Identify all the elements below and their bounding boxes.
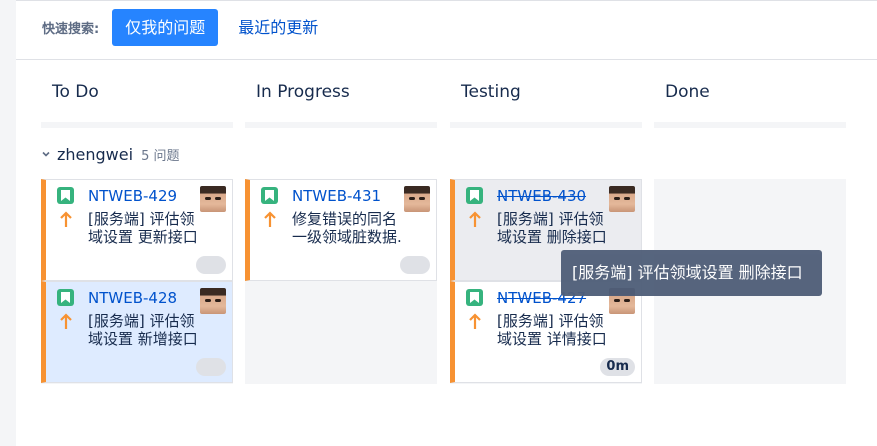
left-gutter [0, 0, 16, 446]
avatar [200, 288, 226, 314]
issue-summary: [服务端] 评估领域设置 详情接口 [497, 312, 607, 348]
issue-key-link[interactable]: NTWEB-429 [88, 187, 177, 205]
arrow-up-icon [469, 313, 481, 329]
avatar [404, 186, 430, 212]
filter-only-my-issues-button[interactable]: 仅我的问题 [112, 9, 219, 46]
column-header-testing: Testing [450, 62, 642, 128]
column-title: To Do [52, 82, 99, 102]
bookmark-icon [57, 187, 74, 204]
column-header-done: Done [654, 62, 846, 128]
quick-filters-label: 快速搜索: [42, 22, 100, 37]
arrow-up-icon [264, 211, 276, 227]
column-header-in-progress: In Progress [245, 62, 437, 128]
swimlane-issue-count: 5 问题 [141, 148, 180, 164]
filters-divider [16, 59, 877, 60]
estimate-badge [196, 358, 226, 376]
swimlane-header[interactable]: zhengwei 5 问题 [41, 143, 179, 165]
issue-key-link[interactable]: NTWEB-430 [497, 187, 586, 205]
column-bar [41, 122, 233, 128]
board-page: 快速搜索: 仅我的问题 最近的更新 To Do In Progress Test… [0, 0, 877, 446]
column-bar [450, 122, 642, 128]
bookmark-icon [261, 187, 278, 204]
arrow-up-icon [60, 211, 72, 227]
column-bar [245, 122, 437, 128]
top-divider [16, 0, 877, 1]
column-title: In Progress [256, 82, 350, 102]
avatar [609, 186, 635, 212]
issue-summary: [服务端] 评估领域设置 更新接口 [88, 210, 198, 246]
bookmark-icon [466, 187, 483, 204]
avatar [200, 186, 226, 212]
time-estimate-badge: 0m [600, 358, 635, 376]
column-title: Done [665, 82, 710, 102]
swimlane-assignee: zhengwei [57, 144, 134, 164]
issue-summary: [服务端] 评估领域设置 新增接口 [88, 312, 198, 348]
issue-key-link[interactable]: NTWEB-431 [292, 187, 381, 205]
column-title: Testing [461, 82, 521, 102]
issue-card[interactable]: NTWEB-431 修复错误的同名一级领域脏数据. [245, 179, 437, 281]
issue-card[interactable]: NTWEB-429 [服务端] 评估领域设置 更新接口 [41, 179, 233, 281]
quick-filters: 快速搜索: 仅我的问题 最近的更新 [42, 9, 331, 46]
arrow-up-icon [60, 313, 72, 329]
column-bar [654, 122, 846, 128]
arrow-up-icon [469, 211, 481, 227]
chevron-down-icon[interactable] [41, 149, 51, 159]
estimate-badge [196, 256, 226, 274]
issue-card[interactable]: NTWEB-428 [服务端] 评估领域设置 新增接口 [41, 281, 233, 383]
column-header-todo: To Do [41, 62, 233, 128]
bookmark-icon [57, 289, 74, 306]
issue-summary: 修复错误的同名一级领域脏数据. [292, 210, 402, 246]
bookmark-icon [466, 289, 483, 306]
issue-key-link[interactable]: NTWEB-428 [88, 289, 177, 307]
estimate-badge [400, 256, 430, 274]
issue-summary: [服务端] 评估领域设置 删除接口 [497, 210, 607, 246]
filter-recently-updated-button[interactable]: 最近的更新 [225, 9, 331, 46]
issue-card[interactable]: NTWEB-427 [服务端] 评估领域设置 详情接口 0m [450, 281, 642, 383]
card-tooltip: [服务端] 评估领域设置 删除接口 [561, 250, 822, 296]
